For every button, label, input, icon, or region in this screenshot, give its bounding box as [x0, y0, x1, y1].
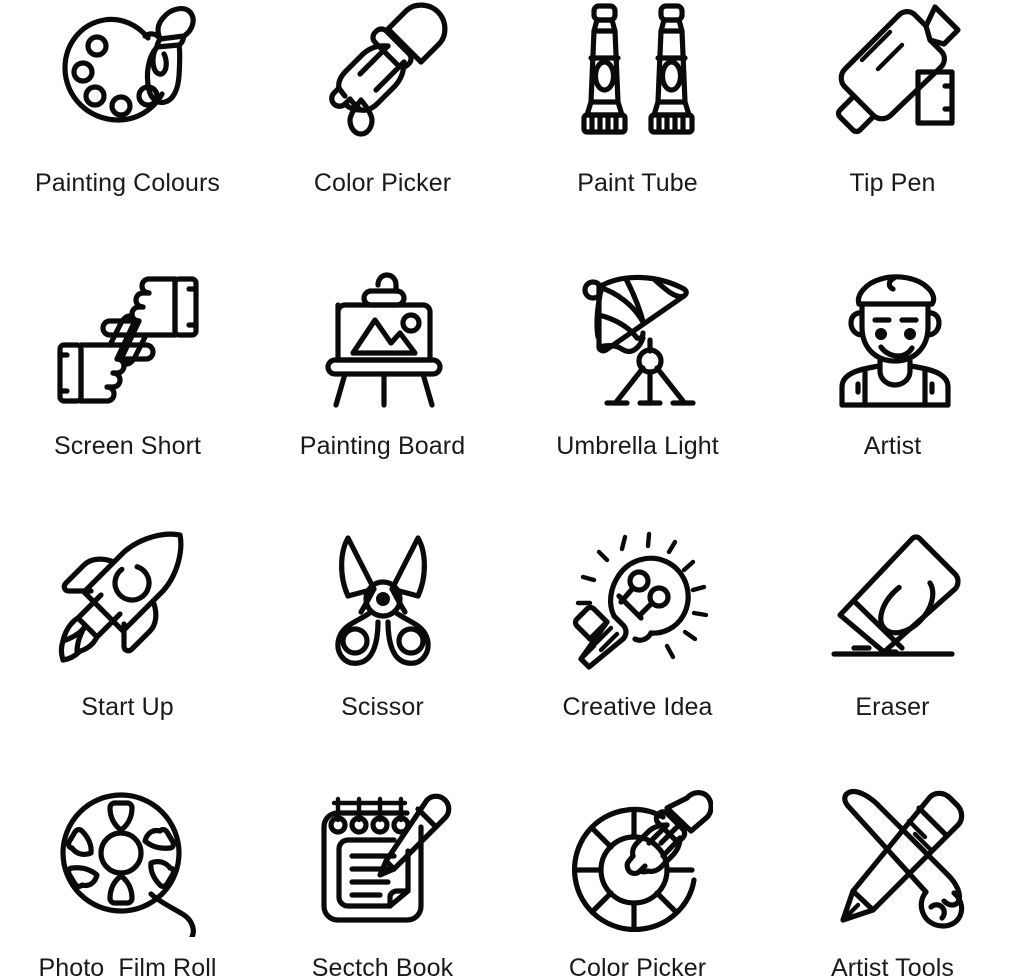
icon-label: Artist [863, 432, 922, 460]
icon-grid: Painting Colours Color Picker Paint Tube… [0, 0, 1020, 980]
film-reel-icon [43, 787, 213, 937]
icon-label: Start Up [81, 693, 174, 721]
icon-cell-creative-idea[interactable]: Creative Idea [510, 522, 765, 783]
icon-cell-painting-colours[interactable]: Painting Colours [0, 0, 255, 261]
color-wheel-eyedropper-icon [553, 787, 723, 937]
icon-cell-scissor[interactable]: Scissor [255, 522, 510, 783]
icon-label: Color Picker [568, 954, 707, 980]
icon-label: Painting Colours [34, 169, 221, 197]
icon-label: Umbrella Light [556, 432, 719, 460]
highlighter-marker-icon [808, 0, 978, 148]
icon-cell-color-picker-bottom[interactable]: Color Picker [510, 783, 765, 980]
eraser-icon [808, 526, 978, 676]
icon-label: Color Picker [313, 169, 452, 197]
icon-cell-eraser[interactable]: Eraser [765, 522, 1020, 783]
icon-cell-artist[interactable]: Artist [765, 261, 1020, 522]
artist-beret-avatar-icon [808, 265, 978, 415]
pointing-hands-frame-icon [43, 265, 213, 415]
icon-label: Painting Board [299, 432, 466, 460]
icon-cell-umbrella-light[interactable]: Umbrella Light [510, 261, 765, 522]
icon-cell-photo-film-roll[interactable]: Photo Film Roll [0, 783, 255, 980]
pencil-paintbrush-cross-icon [808, 787, 978, 937]
spiral-notepad-pencil-icon [298, 787, 468, 937]
icon-cell-paint-tube[interactable]: Paint Tube [510, 0, 765, 261]
rocket-launch-icon [43, 526, 213, 676]
icon-label: Screen Short [53, 432, 202, 460]
eyedropper-droplet-icon [298, 0, 468, 148]
icon-cell-tip-pen[interactable]: Tip Pen [765, 0, 1020, 261]
lightbulb-pencil-icon [553, 526, 723, 676]
icon-cell-artist-tools[interactable]: Artist Tools [765, 783, 1020, 980]
icon-label: Artist Tools [830, 954, 954, 980]
icon-cell-color-picker-top[interactable]: Color Picker [255, 0, 510, 261]
icon-label: Sectch Book [311, 954, 454, 980]
icon-label: Eraser [855, 693, 930, 721]
paint-tubes-icon [553, 0, 723, 148]
icon-label: Tip Pen [849, 169, 936, 197]
scissors-icon [298, 526, 468, 676]
icon-cell-start-up[interactable]: Start Up [0, 522, 255, 783]
photo-umbrella-tripod-icon [553, 265, 723, 415]
palette-brush-icon [43, 0, 213, 148]
icon-cell-painting-board[interactable]: Painting Board [255, 261, 510, 522]
icon-label: Scissor [341, 693, 424, 721]
easel-canvas-icon [298, 265, 468, 415]
icon-label: Creative Idea [562, 693, 713, 721]
icon-label: Paint Tube [577, 169, 698, 197]
icon-cell-screen-short[interactable]: Screen Short [0, 261, 255, 522]
icon-label: Photo Film Roll [38, 954, 217, 980]
icon-cell-sectch-book[interactable]: Sectch Book [255, 783, 510, 980]
